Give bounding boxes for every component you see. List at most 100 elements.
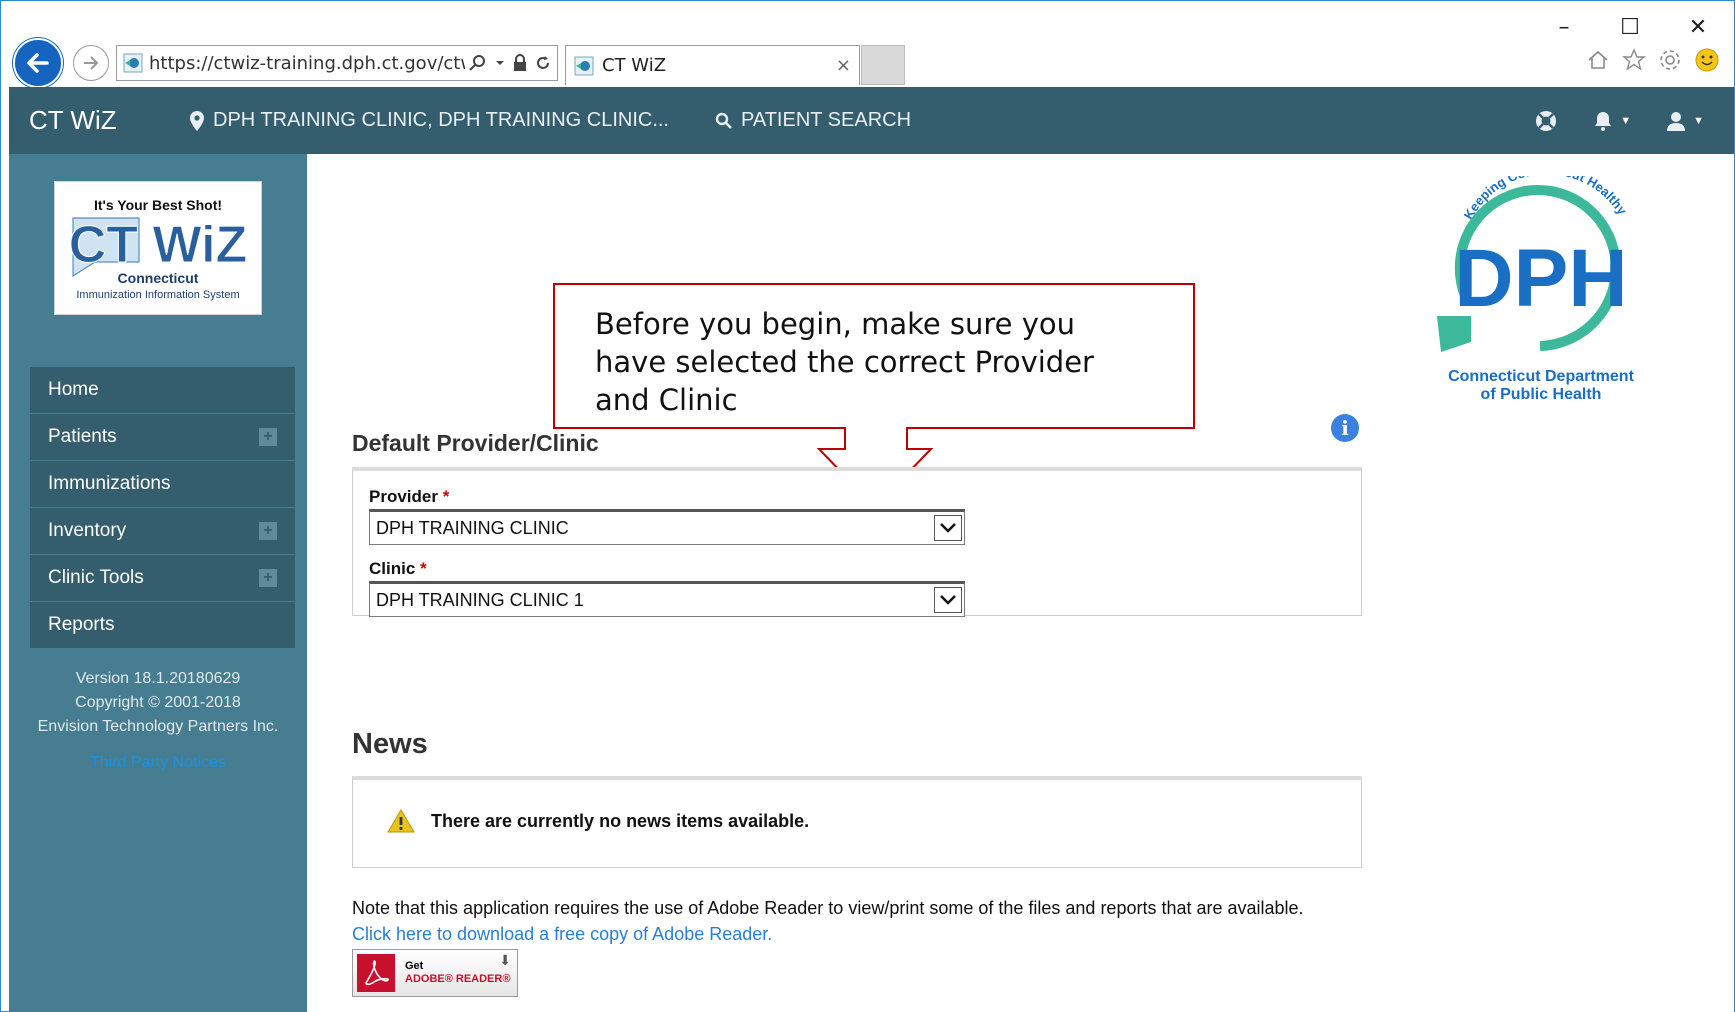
url-text: https://ctwiz-training.dph.ct.gov/ctwi <box>149 52 465 74</box>
forward-arrow-icon <box>84 56 99 70</box>
provider-select[interactable]: DPH TRAINING CLINIC <box>369 509 965 545</box>
sidebar-item-clinic-tools[interactable]: Clinic Tools + <box>30 555 295 601</box>
help-lifebuoy-icon[interactable] <box>1534 109 1558 133</box>
download-arrow-icon: ⬇ <box>499 952 511 968</box>
browser-chrome: – ☐ ✕ https://ctwiz-training.dph.ct.gov/… <box>1 1 1734 88</box>
clinic-selector[interactable]: DPH TRAINING CLINIC, DPH TRAINING CLINIC… <box>189 109 669 132</box>
news-empty-message: There are currently no news items availa… <box>431 810 810 831</box>
adobe-name-label: ADOBE® READER® <box>405 973 511 985</box>
expand-plus-icon[interactable]: + <box>259 522 277 540</box>
search-icon <box>715 112 732 129</box>
sidebar-item-label: Patients <box>48 426 117 447</box>
instruction-callout: Before you begin, make sure you have sel… <box>553 283 1195 429</box>
logo-tagline: It's Your Best Shot! <box>94 197 222 213</box>
sidebar: It's Your Best Shot! CT WiZ Connecticut … <box>9 154 307 1012</box>
get-adobe-reader-button[interactable]: Get ADOBE® READER® ⬇ <box>352 949 518 997</box>
warning-icon <box>387 809 415 833</box>
ctwiz-logo-graphic: It's Your Best Shot! CT WiZ Connecticut … <box>68 197 248 301</box>
tab-ctwiz[interactable]: CT WiZ × <box>565 45 860 85</box>
sidebar-item-label: Immunizations <box>48 473 171 494</box>
version-text: Version 18.1.20180629 <box>75 670 241 687</box>
dph-logo: Keeping Connecticut Healthy DPH Connecti… <box>1437 176 1635 403</box>
home-icon[interactable] <box>1586 48 1610 72</box>
navbar-right: ▼ ▼ <box>1534 87 1704 154</box>
default-provider-clinic-title: Default Provider/Clinic <box>352 430 599 456</box>
settings-gear-icon[interactable] <box>1658 48 1682 72</box>
expand-plus-icon[interactable]: + <box>259 569 277 587</box>
notifications-menu[interactable]: ▼ <box>1592 110 1631 132</box>
tab-close-icon[interactable]: × <box>836 55 851 76</box>
logo-subtitle: Immunization Information System <box>76 289 239 301</box>
location-pin-icon <box>190 110 204 131</box>
callout-line-3: and Clinic <box>595 383 738 417</box>
address-bar[interactable]: https://ctwiz-training.dph.ct.gov/ctwi <box>116 45 558 81</box>
browser-window: – ☐ ✕ https://ctwiz-training.dph.ct.gov/… <box>0 0 1735 1012</box>
minimize-button[interactable]: – <box>1547 15 1581 40</box>
chevron-down-icon[interactable] <box>934 587 962 613</box>
tab-title: CT WiZ <box>602 55 667 76</box>
callout-line-2: have selected the correct Provider <box>595 345 1094 379</box>
callout-line-1: Before you begin, make sure you <box>595 307 1076 341</box>
logo-name: CT WiZ <box>69 216 248 274</box>
browser-toolbar-icons <box>1586 47 1720 73</box>
sidebar-item-label: Home <box>48 379 99 400</box>
dph-line-1: Connecticut Department <box>1448 368 1634 385</box>
close-window-button[interactable]: ✕ <box>1681 15 1715 40</box>
news-panel: There are currently no news items availa… <box>352 776 1362 868</box>
lock-icon[interactable] <box>513 54 527 72</box>
provider-label: Provider * <box>369 487 450 506</box>
tab-favicon-icon <box>574 56 594 75</box>
default-provider-clinic-panel: Provider * DPH TRAINING CLINIC Clinic * … <box>352 467 1362 617</box>
forward-button[interactable] <box>73 45 109 81</box>
clinic-select[interactable]: DPH TRAINING CLINIC 1 <box>369 581 965 617</box>
sidebar-item-label: Inventory <box>48 520 127 541</box>
download-adobe-link[interactable]: Click here to download a free copy of Ad… <box>352 924 772 945</box>
adobe-get-label: Get <box>405 960 424 972</box>
user-icon <box>1667 111 1686 131</box>
ctwiz-logo: It's Your Best Shot! CT WiZ Connecticut … <box>54 181 262 315</box>
bell-icon <box>1595 111 1612 131</box>
refresh-icon[interactable] <box>535 55 551 71</box>
new-tab-button[interactable] <box>861 45 905 85</box>
clinic-selector-label: DPH TRAINING CLINIC, DPH TRAINING CLINIC… <box>213 109 669 131</box>
info-icon[interactable]: i <box>1331 414 1359 442</box>
dropdown-arrow-icon[interactable] <box>495 58 505 68</box>
news-empty-row: There are currently no news items availa… <box>387 808 809 834</box>
expand-plus-icon[interactable]: + <box>259 428 277 446</box>
sidebar-menu: Home Patients + Immunizations Inventory + … <box>30 367 295 649</box>
patient-search-label: PATIENT SEARCH <box>741 109 912 131</box>
chevron-down-icon[interactable] <box>934 515 962 541</box>
site-favicon-icon <box>123 53 143 73</box>
feedback-smiley-icon[interactable] <box>1694 47 1720 73</box>
back-arrow-icon <box>27 53 49 73</box>
adobe-note: Note that this application requires the … <box>352 898 1304 918</box>
news-title: News <box>352 728 428 760</box>
patient-search-link[interactable]: PATIENT SEARCH <box>715 109 911 132</box>
chevron-down-icon: ▼ <box>1693 114 1704 127</box>
sidebar-item-home[interactable]: Home <box>30 367 295 413</box>
sidebar-item-reports[interactable]: Reports <box>30 602 295 648</box>
app-navbar: CT WiZ DPH TRAINING CLINIC, DPH TRAINING… <box>9 87 1734 154</box>
required-asterisk: * <box>420 559 427 578</box>
provider-selected-value: DPH TRAINING CLINIC <box>376 517 569 538</box>
favorites-star-icon[interactable] <box>1622 48 1646 72</box>
dph-line-2: of Public Health <box>1481 386 1602 403</box>
sidebar-item-inventory[interactable]: Inventory + <box>30 508 295 554</box>
back-button[interactable] <box>13 38 63 88</box>
search-icon[interactable] <box>469 54 487 72</box>
clinic-label: Clinic * <box>369 559 427 578</box>
sidebar-item-patients[interactable]: Patients + <box>30 414 295 460</box>
chevron-down-icon: ▼ <box>1620 114 1632 127</box>
user-menu[interactable]: ▼ <box>1665 110 1704 132</box>
pdf-icon <box>357 954 395 992</box>
sidebar-item-label: Reports <box>48 614 115 635</box>
copyright-text: Copyright © 2001-2018 <box>75 694 241 711</box>
company-text: Envision Technology Partners Inc. <box>37 718 279 735</box>
app-brand[interactable]: CT WiZ <box>29 105 189 136</box>
clinic-selected-value: DPH TRAINING CLINIC 1 <box>376 589 584 610</box>
sidebar-item-immunizations[interactable]: Immunizations <box>30 461 295 507</box>
required-asterisk: * <box>442 487 450 506</box>
third-party-notices-link[interactable]: Third Party Notices <box>9 751 307 775</box>
maximize-button[interactable]: ☐ <box>1613 15 1647 40</box>
main-content: Before you begin, make sure you have sel… <box>307 154 1734 1012</box>
